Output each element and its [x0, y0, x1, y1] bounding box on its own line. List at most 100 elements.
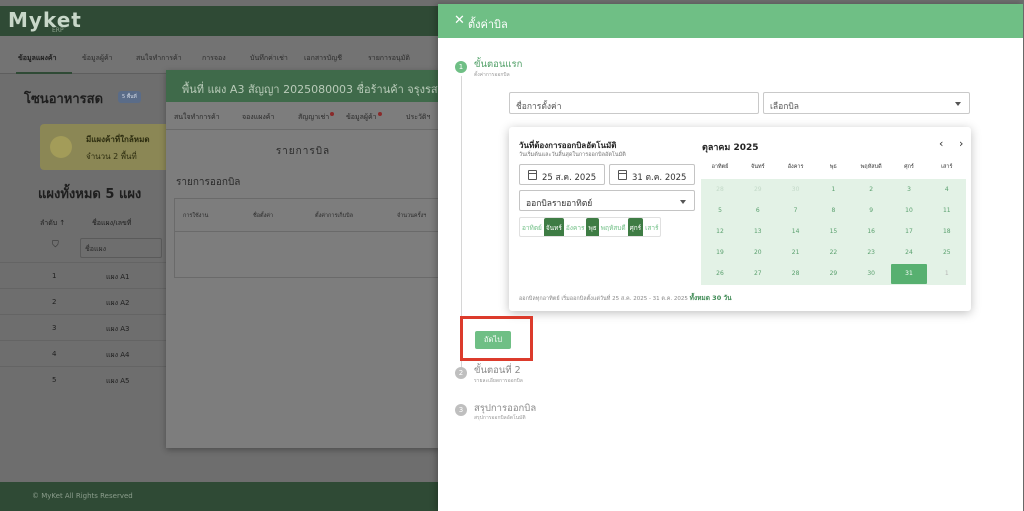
step-title-1: ขั้นตอนแรก — [474, 59, 523, 70]
calendar-day[interactable]: 5 — [702, 201, 738, 221]
calendar-day[interactable]: 8 — [815, 201, 851, 221]
nav-item-approvals[interactable]: รายการอนุมัติ — [368, 53, 410, 64]
calendar-day[interactable]: 22 — [815, 243, 851, 263]
table-row[interactable]: 4 แผง A4 — [0, 340, 170, 366]
nav-item-booking[interactable]: การจอง — [202, 53, 226, 64]
next-button[interactable]: ถัดไป — [475, 331, 511, 349]
tab-contract[interactable]: สัญญาเช่า — [298, 112, 335, 123]
calendar-day[interactable]: 18 — [929, 222, 965, 242]
calendar-day[interactable]: 6 — [740, 201, 776, 221]
calendar-icon — [528, 170, 537, 180]
end-date-field[interactable]: 31 ต.ค. 2025 — [609, 164, 695, 185]
table-row[interactable]: 2 แผง A2 — [0, 288, 170, 314]
calendar-day[interactable]: 20 — [740, 243, 776, 263]
nav-item-accounting[interactable]: เอกสารบัญชี — [304, 53, 342, 64]
footer: © MyKet All Rights Reserved — [0, 482, 440, 511]
table-row[interactable]: 3 แผง A3 — [0, 314, 170, 340]
notification-dot — [330, 112, 335, 116]
step-sub-1: ตั้งค่าการออกบิล — [474, 72, 510, 78]
calendar-weekday: อาทิตย์ — [711, 164, 729, 170]
nav-item-merchants[interactable]: ข้อมูลผู้ค้า — [82, 53, 113, 64]
calendar-day[interactable]: 15 — [815, 222, 851, 242]
table-header: การใช้งาน — [183, 213, 209, 219]
calendar-month: ตุลาคม 2025 — [702, 143, 759, 153]
setting-name-input[interactable]: ชื่อการตั้งค่า — [509, 92, 759, 114]
step-number-3: 3 — [455, 404, 467, 416]
calendar-day[interactable]: 29 — [740, 180, 776, 200]
tab-history[interactable]: ประวัติฯ — [406, 112, 430, 123]
calendar-day[interactable]: 3 — [891, 180, 927, 200]
calendar-day[interactable]: 30 — [853, 264, 889, 284]
table-row[interactable]: 1 แผง A1 — [0, 262, 170, 288]
calendar-day[interactable]: 30 — [778, 180, 814, 200]
weekday-tuesday[interactable]: อังคาร — [564, 218, 587, 236]
tab-booking[interactable]: จองแผงค้า — [242, 112, 274, 123]
close-icon[interactable]: ✕ — [454, 13, 465, 28]
calendar-day[interactable]: 23 — [853, 243, 889, 263]
col-order[interactable]: ลำดับ ↑ — [40, 218, 65, 229]
calendar-day[interactable]: 24 — [891, 243, 927, 263]
table-divider — [175, 231, 441, 232]
chevron-left-icon[interactable]: ‹ — [939, 137, 943, 150]
calendar-weekday: อังคาร — [787, 164, 804, 170]
calendar-day[interactable]: 17 — [891, 222, 927, 242]
calendar-day[interactable]: 9 — [853, 201, 889, 221]
weekday-monday[interactable]: จันทร์ — [543, 218, 564, 236]
calendar-grid: 28 29 30 1 2 3 4 5 6 7 8 9 10 11 12 13 14 15 16 17 18 19 20 21 2… — [701, 179, 966, 285]
calendar-day[interactable]: 26 — [702, 264, 738, 284]
table-header: จำนวนครั้งฯ — [397, 213, 427, 219]
calendar-day[interactable]: 13 — [740, 222, 776, 242]
weekday-sunday[interactable]: อาทิตย์ — [520, 218, 544, 236]
calendar-icon — [618, 170, 627, 180]
calendar-day[interactable]: 1 — [929, 264, 965, 284]
nav-active-underline — [16, 72, 72, 74]
weekday-saturday[interactable]: เสาร์ — [643, 218, 660, 236]
zone-badge: 5 พื้นที่ — [118, 91, 141, 103]
calendar-day[interactable]: 28 — [702, 180, 738, 200]
calendar-day[interactable]: 4 — [929, 180, 965, 200]
calendar-day[interactable]: 7 — [778, 201, 814, 221]
stall-detail-modal: พื้นที่ แผง A3 สัญญา 2025080003 ชื่อร้าน… — [166, 70, 441, 448]
calendar-day[interactable]: 10 — [891, 201, 927, 221]
calendar-day[interactable]: 27 — [740, 264, 776, 284]
chevron-down-icon — [680, 200, 686, 204]
start-date-field[interactable]: 25 ส.ค. 2025 — [519, 164, 605, 185]
nav-item-rent[interactable]: บันทึกค่าเช่า — [250, 53, 288, 64]
calendar-day[interactable]: 28 — [778, 264, 814, 284]
table-row[interactable]: 5 แผง A5 — [0, 366, 170, 392]
calendar-day[interactable]: 2 — [853, 180, 889, 200]
auto-bill-date-popup: วันที่ต้องการออกบิลอัตโนมัติ วันเริ่มต้น… — [509, 127, 971, 311]
bill-table: การใช้งาน ชื่อตั้งค่า ตั้งค่าการเก็บบิล … — [174, 198, 441, 278]
stall-filter-input[interactable]: ชื่อแผง — [80, 238, 162, 258]
calendar-day[interactable]: 16 — [853, 222, 889, 242]
popup-summary: ออกบิลทุกอาทิตย์ เริ่มออกบิลตั้งแต่วันที… — [519, 294, 732, 302]
calendar-day[interactable]: 12 — [702, 222, 738, 242]
bill-settings-drawer: ✕ ตั้งค่าบิล 1 ขั้นตอนแรก ตั้งค่าการออกบ… — [438, 4, 1023, 511]
chevron-right-icon[interactable]: › — [959, 137, 963, 150]
logo-sub: ERP — [52, 27, 64, 34]
weekday-wednesday[interactable]: พุธ — [586, 218, 599, 236]
tab-merchant-info[interactable]: ข้อมูลผู้ค้า — [346, 112, 382, 123]
bill-select[interactable]: เลือกบิล — [763, 92, 970, 114]
nav-item-stalls[interactable]: ข้อมูลแผงค้า — [18, 53, 57, 64]
calendar-day[interactable]: 29 — [815, 264, 851, 284]
main-nav: ข้อมูลแผงค้า ข้อมูลผู้ค้า สนใจทำการค้า ก… — [0, 36, 440, 74]
weekday-thursday[interactable]: พฤหัสบดี — [599, 218, 628, 236]
col-stall-name[interactable]: ชื่อแผง/เลขที่ — [92, 218, 131, 229]
stall-count-title: แผงทั้งหมด 5 แผง — [38, 187, 142, 202]
frequency-select[interactable]: ออกบิลรายอาทิตย์ — [519, 190, 695, 211]
calendar-day[interactable]: 14 — [778, 222, 814, 242]
calendar-day[interactable]: 11 — [929, 201, 965, 221]
calendar-day[interactable]: 31 — [891, 264, 927, 284]
calendar-day[interactable]: 25 — [929, 243, 965, 263]
calendar-day[interactable]: 19 — [702, 243, 738, 263]
calendar-weekday: พุธ — [829, 164, 837, 170]
tab-interest[interactable]: สนใจทำการค้า — [174, 112, 220, 123]
notification-dot — [377, 112, 382, 116]
weekday-friday[interactable]: ศุกร์ — [627, 218, 644, 236]
calendar-day[interactable]: 1 — [815, 180, 851, 200]
nav-item-interest[interactable]: สนใจทำการค้า — [136, 53, 182, 64]
stall-modal-title: พื้นที่ แผง A3 สัญญา 2025080003 ชื่อร้าน… — [182, 83, 438, 96]
calendar-day[interactable]: 21 — [778, 243, 814, 263]
filter-icon[interactable]: ⛉ — [52, 240, 59, 250]
